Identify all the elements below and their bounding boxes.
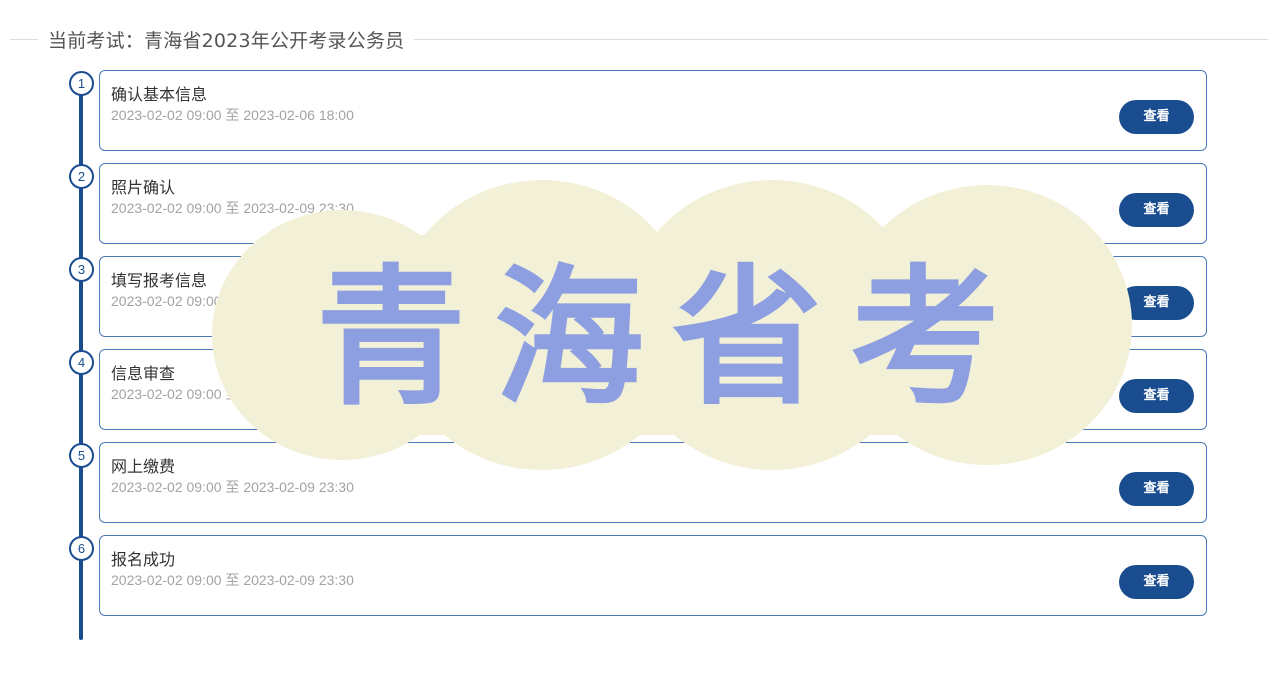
header-divider-left (10, 38, 38, 40)
step-card-confirm-basic-info: 确认基本信息 2023-02-02 09:00 至 2023-02-06 18:… (99, 70, 1207, 151)
header-divider-right (414, 38, 1268, 40)
step-card-registration-success: 报名成功 2023-02-02 09:00 至 2023-02-09 23:30… (99, 535, 1207, 616)
page-root: 当前考试：青海省2023年公开考录公务员 1 确认基本信息 2023-02-02… (0, 0, 1270, 686)
current-exam-title: 当前考试：青海省2023年公开考录公务员 (48, 29, 405, 52)
step-number-badge: 6 (69, 536, 94, 561)
step-date-range: 2023-02-02 09:00 至 2023-02-09 23:30 (111, 572, 354, 588)
step-title: 填写报考信息 (111, 271, 208, 290)
step-card-info-review: 信息审查 2023-02-02 09:00 至 2023-02-09 23:30… (99, 349, 1207, 430)
exam-header: 当前考试：青海省2023年公开考录公务员 (0, 26, 1270, 52)
view-button[interactable]: 查看 (1119, 193, 1194, 227)
step-title: 确认基本信息 (111, 85, 208, 104)
step-date-range: 2023-02-02 09:00 至 2023-02-06 18:00 (111, 107, 354, 123)
step-date-range: 2023-02-02 09:00 至 2023-02-09 23:30 (111, 293, 354, 309)
step-title: 照片确认 (111, 178, 176, 197)
view-button[interactable]: 查看 (1119, 565, 1194, 599)
step-card-fill-application: 填写报考信息 2023-02-02 09:00 至 2023-02-09 23:… (99, 256, 1207, 337)
view-button[interactable]: 查看 (1119, 100, 1194, 134)
view-button[interactable]: 查看 (1119, 286, 1194, 320)
view-button[interactable]: 查看 (1119, 472, 1194, 506)
step-card-photo-confirm: 照片确认 2023-02-02 09:00 至 2023-02-09 23:30… (99, 163, 1207, 244)
step-date-range: 2023-02-02 09:00 至 2023-02-09 23:30 (111, 386, 354, 402)
step-number-badge: 5 (69, 443, 94, 468)
step-date-range: 2023-02-02 09:00 至 2023-02-09 23:30 (111, 479, 354, 495)
step-number-badge: 1 (69, 71, 94, 96)
step-card-online-payment: 网上缴费 2023-02-02 09:00 至 2023-02-09 23:30… (99, 442, 1207, 523)
step-date-range: 2023-02-02 09:00 至 2023-02-09 23:30 (111, 200, 354, 216)
step-title: 网上缴费 (111, 457, 176, 476)
step-title: 信息审查 (111, 364, 176, 383)
view-button[interactable]: 查看 (1119, 379, 1194, 413)
step-number-badge: 3 (69, 257, 94, 282)
step-title: 报名成功 (111, 550, 176, 569)
step-number-badge: 2 (69, 164, 94, 189)
step-number-badge: 4 (69, 350, 94, 375)
